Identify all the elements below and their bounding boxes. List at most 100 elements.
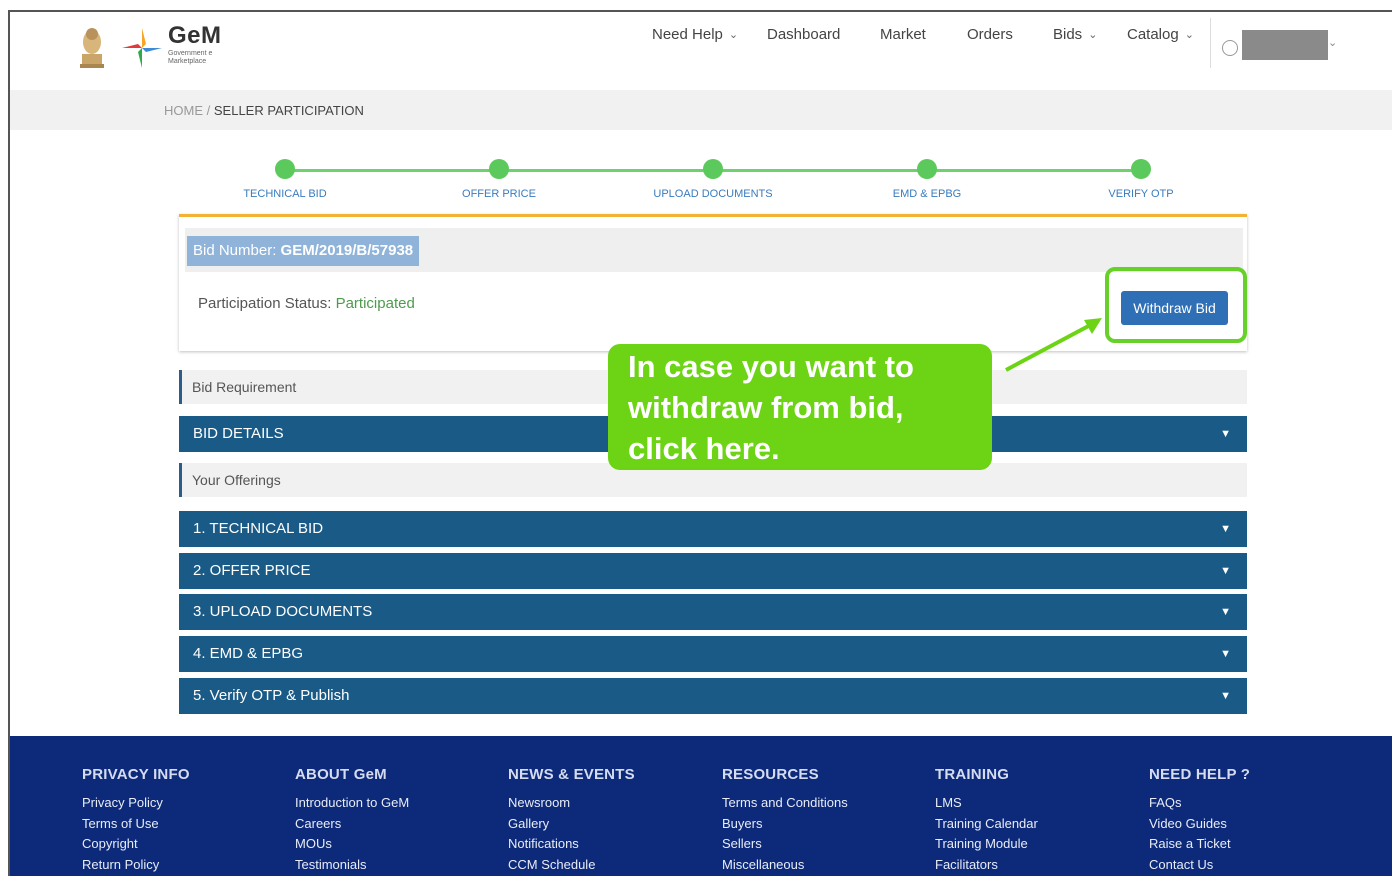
step-label-offer-price[interactable]: OFFER PRICE	[419, 188, 579, 200]
top-header: GeM Government e Marketplace	[10, 12, 1392, 90]
accordion-label: BID DETAILS	[193, 425, 284, 442]
footer-link[interactable]: Terms and Conditions	[722, 793, 848, 814]
nav-label: Need Help	[652, 26, 723, 43]
footer-column-news: NEWS & EVENTS Newsroom Gallery Notificat…	[508, 766, 635, 875]
nav-label: Bids	[1053, 26, 1083, 43]
footer-heading: NEED HELP ?	[1149, 766, 1251, 783]
step-dot[interactable]	[703, 159, 723, 179]
participation-status: Participation Status: Participated	[198, 295, 415, 312]
nav-orders[interactable]: Orders	[967, 26, 1013, 43]
step-label-emd-epbg[interactable]: EMD & EPBG	[847, 188, 1007, 200]
national-emblem-icon	[80, 28, 104, 68]
footer-heading: RESOURCES	[722, 766, 819, 783]
accordion-label: 5. Verify OTP & Publish	[193, 687, 350, 704]
chevron-down-icon: ⌄	[1088, 29, 1098, 41]
footer-column-help: NEED HELP ? FAQs Video Guides Raise a Ti…	[1149, 766, 1250, 875]
step-label-upload-documents[interactable]: UPLOAD DOCUMENTS	[633, 188, 793, 200]
caret-down-icon: ▼	[1220, 565, 1231, 577]
footer-link[interactable]: Careers	[295, 814, 409, 835]
chevron-down-icon[interactable]: ⌄	[1328, 36, 1337, 49]
gem-star-logo-icon	[122, 28, 162, 68]
step-dot[interactable]	[275, 159, 295, 179]
withdraw-bid-button[interactable]: Withdraw Bid	[1121, 291, 1228, 325]
breadcrumb-home[interactable]: HOME	[164, 103, 203, 118]
nav-dashboard[interactable]: Dashboard	[767, 26, 840, 43]
footer-link[interactable]: MOUs	[295, 834, 409, 855]
footer-heading: PRIVACY INFO	[82, 766, 190, 783]
instruction-callout: In case you want to withdraw from bid, c…	[608, 344, 992, 470]
nav-market[interactable]: Market	[880, 26, 926, 43]
footer-link[interactable]: LMS	[935, 793, 1038, 814]
footer-link[interactable]: Newsroom	[508, 793, 635, 814]
bid-number-label: Bid Number:	[193, 242, 277, 259]
bid-panel-header: Bid Number: GEM/2019/B/57938	[185, 228, 1243, 272]
accordion-verify-otp-publish[interactable]: 5. Verify OTP & Publish ▼	[179, 678, 1247, 714]
breadcrumb-current: SELLER PARTICIPATION	[213, 103, 364, 118]
caret-down-icon: ▼	[1220, 428, 1231, 440]
caret-down-icon: ▼	[1220, 648, 1231, 660]
step-dot[interactable]	[917, 159, 937, 179]
footer-link[interactable]: Training Calendar	[935, 814, 1038, 835]
participation-status-label: Participation Status:	[198, 295, 332, 312]
footer-link[interactable]: Return Policy	[82, 855, 190, 876]
footer-link[interactable]: Buyers	[722, 814, 848, 835]
gem-logo-text: GeM	[168, 22, 222, 49]
footer-link[interactable]: Miscellaneous	[722, 855, 848, 876]
footer-column-privacy: PRIVACY INFO Privacy Policy Terms of Use…	[82, 766, 190, 875]
caret-down-icon: ▼	[1220, 523, 1231, 535]
footer-link[interactable]: Raise a Ticket	[1149, 834, 1250, 855]
participation-status-value: Participated	[335, 295, 415, 312]
caret-down-icon: ▼	[1220, 690, 1231, 702]
bid-number-value: GEM/2019/B/57938	[280, 242, 414, 259]
footer-heading: NEWS & EVENTS	[508, 766, 635, 783]
footer-heading: TRAINING	[935, 766, 1010, 783]
footer-link[interactable]: Facilitators	[935, 855, 1038, 876]
footer-link[interactable]: CCM Schedule	[508, 855, 635, 876]
accordion-technical-bid[interactable]: 1. TECHNICAL BID ▼	[179, 511, 1247, 547]
nav-label: Orders	[967, 26, 1013, 43]
chevron-down-icon: ⌄	[728, 29, 739, 41]
step-label-verify-otp[interactable]: VERIFY OTP	[1061, 188, 1221, 200]
chevron-down-icon: ⌄	[1184, 29, 1194, 41]
footer-link[interactable]: Sellers	[722, 834, 848, 855]
accordion-label: 2. OFFER PRICE	[193, 562, 311, 579]
footer-column-training: TRAINING LMS Training Calendar Training …	[935, 766, 1038, 875]
nav-label: Catalog	[1127, 26, 1179, 43]
arrow-pointer-icon	[1005, 318, 1102, 372]
nav-catalog[interactable]: Catalog ⌄	[1127, 26, 1194, 43]
footer-link[interactable]: FAQs	[1149, 793, 1250, 814]
footer-heading: ABOUT GeM	[295, 766, 387, 783]
footer-link[interactable]: Terms of Use	[82, 814, 190, 835]
step-dot[interactable]	[489, 159, 509, 179]
breadcrumb: HOME / SELLER PARTICIPATION	[164, 103, 364, 118]
breadcrumb-separator: /	[206, 103, 211, 118]
step-label-technical-bid[interactable]: TECHNICAL BID	[205, 188, 365, 200]
footer-link[interactable]: Gallery	[508, 814, 635, 835]
bid-number-badge: Bid Number: GEM/2019/B/57938	[187, 236, 420, 266]
footer-link[interactable]: Privacy Policy	[82, 793, 190, 814]
accordion-upload-documents[interactable]: 3. UPLOAD DOCUMENTS ▼	[179, 594, 1247, 630]
nav-label: Dashboard	[767, 26, 841, 43]
user-icon[interactable]	[1222, 40, 1238, 56]
user-name-redacted[interactable]	[1242, 30, 1328, 60]
gem-logo-subtext: Government e Marketplace	[168, 50, 213, 65]
accordion-label: 4. EMD & EPBG	[193, 645, 304, 662]
accordion-label: 3. UPLOAD DOCUMENTS	[193, 603, 373, 620]
footer-link[interactable]: Introduction to GeM	[295, 793, 409, 814]
footer-link[interactable]: Notifications	[508, 834, 635, 855]
caret-down-icon: ▼	[1220, 606, 1231, 618]
footer-link[interactable]: Testimonials	[295, 855, 409, 876]
accordion-offer-price[interactable]: 2. OFFER PRICE ▼	[179, 553, 1247, 589]
nav-label: Market	[880, 26, 926, 43]
nav-need-help[interactable]: Need Help ⌄	[652, 26, 738, 43]
footer-link[interactable]: Copyright	[82, 834, 190, 855]
nav-divider	[1210, 18, 1211, 68]
footer-link[interactable]: Contact Us	[1149, 855, 1250, 876]
accordion-emd-epbg[interactable]: 4. EMD & EPBG ▼	[179, 636, 1247, 672]
footer-column-resources: RESOURCES Terms and Conditions Buyers Se…	[722, 766, 848, 875]
footer-link[interactable]: Training Module	[935, 834, 1038, 855]
step-dot[interactable]	[1131, 159, 1151, 179]
footer-column-about: ABOUT GeM Introduction to GeM Careers MO…	[295, 766, 409, 875]
nav-bids[interactable]: Bids ⌄	[1053, 26, 1097, 43]
footer-link[interactable]: Video Guides	[1149, 814, 1250, 835]
